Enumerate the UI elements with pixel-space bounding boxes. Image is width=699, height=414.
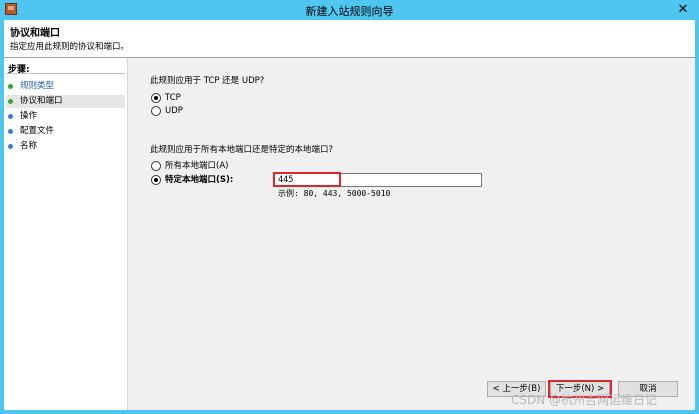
radio-unselected-icon	[151, 161, 161, 171]
step-label: 名称	[20, 141, 38, 151]
radio-label: UDP	[165, 106, 183, 116]
step-label: 协议和端口	[20, 96, 63, 106]
step-rule-type[interactable]: 规则类型	[6, 80, 125, 93]
radio-unselected-icon	[151, 106, 161, 116]
page-subtitle: 指定应用此规则的协议和端口。	[10, 42, 130, 52]
protocol-question: 此规则应用于 TCP 还是 UDP?	[150, 76, 265, 86]
radio-selected-icon	[151, 175, 161, 185]
ports-example-hint: 示例: 80, 443, 5000-5010	[278, 189, 391, 198]
radio-selected-icon	[151, 93, 161, 103]
highlight-box-ports	[273, 172, 341, 187]
step-bullet-icon	[8, 114, 13, 119]
radio-label: 特定本地端口(S):	[165, 175, 234, 185]
step-protocol-and-ports[interactable]: 协议和端口	[6, 95, 125, 108]
step-bullet-icon	[8, 99, 13, 104]
csdn-watermark: CSDN @杭州吉网运维日记	[511, 393, 658, 407]
steps-sidebar: 步骤: 规则类型 协议和端口 操作 配置文件 名称	[4, 58, 128, 410]
ports-question: 此规则应用于所有本地端口还是特定的本地端口?	[150, 145, 334, 155]
step-action[interactable]: 操作	[6, 110, 125, 123]
step-name[interactable]: 名称	[6, 140, 125, 153]
step-bullet-icon	[8, 144, 13, 149]
step-label: 规则类型	[20, 81, 55, 91]
title-bar: 新建入站规则向导 ✕	[0, 0, 699, 20]
steps-divider	[6, 73, 125, 74]
page-title: 协议和端口	[10, 28, 60, 39]
step-bullet-icon	[8, 84, 13, 89]
close-icon[interactable]: ✕	[675, 2, 691, 18]
step-profile[interactable]: 配置文件	[6, 125, 125, 138]
step-label: 操作	[20, 111, 38, 121]
radio-label: TCP	[165, 93, 181, 103]
step-bullet-icon	[8, 129, 13, 134]
step-label: 配置文件	[20, 126, 55, 136]
radio-label: 所有本地端口(A)	[165, 161, 229, 171]
window-title: 新建入站规则向导	[305, 5, 394, 18]
page-header: 协议和端口 指定应用此规则的协议和端口。	[4, 20, 695, 58]
